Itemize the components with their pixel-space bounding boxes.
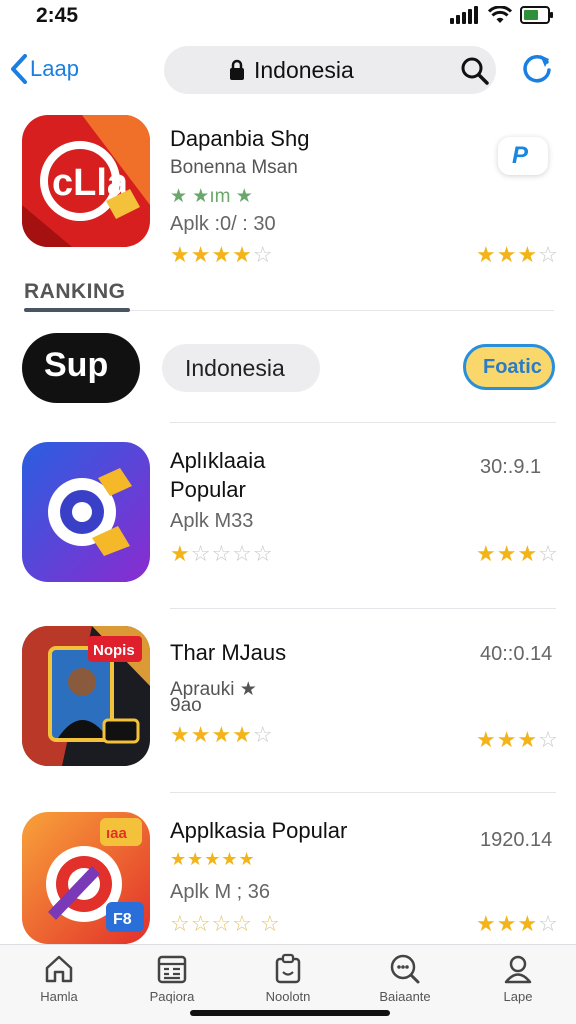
back-label: Laap xyxy=(30,56,79,81)
brand-logo-text: Sup xyxy=(44,346,109,384)
app-icon-2[interactable]: Nopis xyxy=(22,626,150,766)
country-chip-label: Indonesia xyxy=(185,355,285,381)
app-1-secondary-stars: ★★★☆ xyxy=(476,541,559,566)
country-chip[interactable]: Indonesia xyxy=(162,344,320,392)
navigation-bar: Laap Indonesia xyxy=(0,40,576,102)
app-3-rating-stars: ★★★★★ xyxy=(170,849,256,869)
person-icon xyxy=(504,955,532,984)
app-1-title-line-2[interactable]: Popular xyxy=(170,477,246,503)
chevron-left-icon xyxy=(11,54,27,84)
tab-baiaante-label: Baiaante xyxy=(379,989,431,1004)
app-3-secondary-stars: ★★★☆ xyxy=(476,911,559,936)
featured-app-title[interactable]: Dapanbia Shg xyxy=(170,126,309,152)
home-indicator xyxy=(190,1010,390,1016)
divider xyxy=(170,792,556,793)
ranking-heading[interactable]: RANKING xyxy=(24,280,126,304)
tab-lape[interactable]: Lape xyxy=(463,953,573,1004)
back-button[interactable]: Laap xyxy=(10,54,79,84)
status-bar: 2:45 xyxy=(0,0,576,34)
search-icon[interactable] xyxy=(460,56,490,86)
filter-button[interactable]: Foatic xyxy=(463,344,555,390)
tab-paqiora-label: Paqiora xyxy=(149,989,195,1004)
tab-noolotn[interactable]: Noolotn xyxy=(233,953,343,1004)
app-3-value: 1920.14 xyxy=(480,829,553,851)
app-2-title[interactable]: Thar MJaus xyxy=(170,640,286,666)
featured-secondary-stars: ★★★☆ xyxy=(476,242,559,267)
chat-search-icon xyxy=(390,954,420,984)
app-2-rating-stars: ★★★★☆ xyxy=(170,722,274,747)
tab-noolotn-label: Noolotn xyxy=(265,989,311,1004)
filter-button-label: Foatic xyxy=(483,356,542,378)
app-icon-1[interactable] xyxy=(22,442,150,582)
divider xyxy=(130,310,554,311)
featured-app-subtitle: Bonenna Msan xyxy=(170,157,298,178)
featured-app-icon[interactable]: cLla xyxy=(22,115,150,247)
home-icon xyxy=(45,955,73,983)
get-button-label: P xyxy=(512,142,529,169)
app-2-secondary-stars: ★★★☆ xyxy=(476,727,559,752)
app-icon-3[interactable]: ıaa F8 xyxy=(22,812,150,944)
tab-baiaante[interactable]: Baiaante xyxy=(350,953,460,1004)
clipboard-icon xyxy=(275,953,301,984)
featured-app-meta: Aplk :0/ : 30 xyxy=(170,213,276,235)
app-3-empty-stars: ☆☆☆☆ ☆ xyxy=(170,911,281,936)
refresh-icon[interactable] xyxy=(518,50,556,88)
divider xyxy=(170,608,556,609)
status-time: 2:45 xyxy=(36,4,79,27)
tab-home[interactable]: Hamla xyxy=(4,953,114,1004)
calendar-grid-icon xyxy=(157,955,187,984)
app-3-meta: Aplk M ; 36 xyxy=(170,881,271,903)
lock-icon xyxy=(230,59,244,80)
status-icons xyxy=(450,6,554,24)
app-2-subtitle-line-2: 9ao xyxy=(170,695,202,716)
search-text: Indonesia xyxy=(254,57,354,83)
featured-rating-stars: ★★★★☆ xyxy=(170,242,274,267)
tab-lape-label: Lape xyxy=(503,989,533,1004)
app-3-title[interactable]: Applkasia Popular xyxy=(170,818,347,844)
app-1-meta: Aplk M33 xyxy=(170,510,254,532)
featured-app-tag: ★ ★ım ★ xyxy=(170,186,253,207)
divider xyxy=(170,422,556,423)
ranking-underline xyxy=(24,308,130,312)
signal-icon xyxy=(450,6,478,24)
wifi-icon xyxy=(488,6,512,23)
search-field[interactable]: Indonesia xyxy=(164,46,496,94)
app-3-side-badge-text: F8 xyxy=(113,911,132,928)
tab-paqiora[interactable]: Paqiora xyxy=(117,953,227,1004)
app-3-top-badge-text: ıaa xyxy=(106,825,128,842)
brand-logo-pill[interactable]: Sup xyxy=(22,333,140,403)
app-2-badge-text: Nopis xyxy=(93,642,135,659)
featured-get-button[interactable]: P xyxy=(498,137,548,175)
app-2-value: 40::0.14 xyxy=(480,643,553,665)
battery-icon xyxy=(520,6,553,24)
tab-home-label: Hamla xyxy=(40,989,78,1004)
app-1-rating-stars: ★☆☆☆☆ xyxy=(170,541,274,566)
app-1-title-line-1[interactable]: Aplıklaaia xyxy=(170,448,265,474)
app-1-value: 30:.9.1 xyxy=(480,456,542,478)
